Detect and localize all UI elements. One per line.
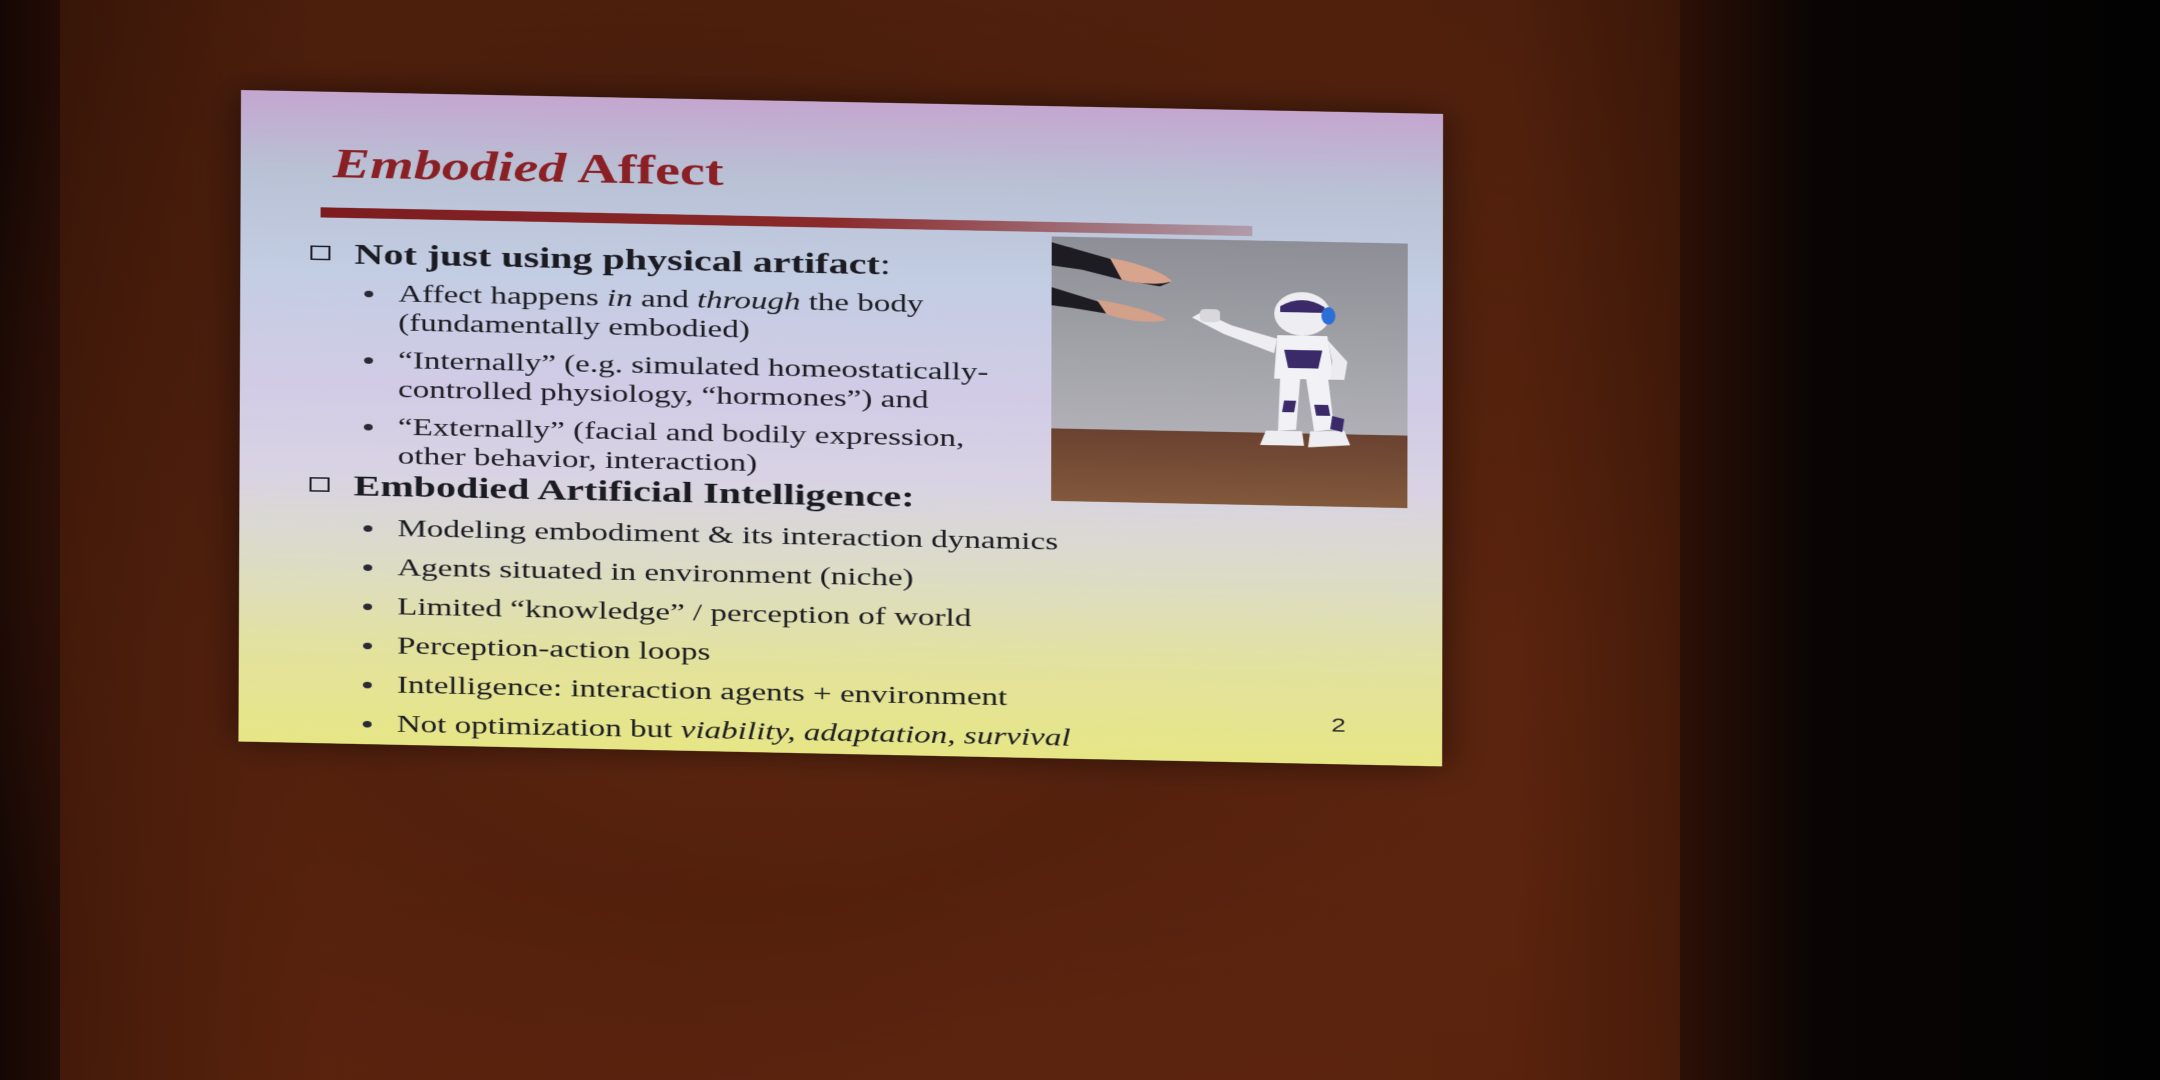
bullet-list-embodied-ai: Modeling embodiment & its interaction dy… (359, 514, 1122, 765)
bullet-item: “Internally” (e.g. simulated homeostatic… (360, 346, 1021, 417)
robot-photo-illustration (1051, 236, 1408, 508)
bullet-text: “Internally” (e.g. simulated homeostatic… (398, 348, 989, 414)
section-heading-physical-artifact: Not just using physical artifact: (310, 236, 891, 282)
bullet-text: “Externally” (facial and bodily expressi… (398, 414, 965, 476)
slide-title-emphasis: Embodied (333, 142, 567, 192)
section-heading-colon: : (880, 248, 891, 281)
bullet-text-italic: through (697, 287, 801, 315)
bullet-text: Affect happens (398, 281, 607, 311)
square-bullet-icon (310, 477, 330, 492)
projection-room: Embodied Affect Not just using physical … (0, 0, 2160, 1080)
bullet-text-italic: in (607, 285, 633, 312)
bullet-item: Agents situated in environment (niche) (359, 553, 1121, 598)
square-bullet-icon (310, 245, 330, 260)
bullet-list-physical-artifact: Affect happens in and through the body (… (360, 279, 1022, 492)
bullet-text-italic: viability, adaptation, survival (681, 717, 1071, 751)
slide-title: Embodied Affect (333, 141, 724, 195)
bullet-item: Not optimization but viability, adaptati… (359, 709, 1121, 754)
bullet-item: Perception-action loops (359, 631, 1121, 676)
section-heading-text: Not just using physical artifact (354, 238, 879, 281)
bullet-item: Intelligence: interaction agents + envir… (359, 670, 1121, 715)
bullet-text: Agents situated in environment (niche) (397, 555, 913, 592)
bullet-text: Limited “knowledge” / perception of worl… (397, 594, 971, 632)
robot-photo (1051, 236, 1408, 508)
slide-title-rest: Affect (577, 147, 723, 195)
bullet-text: Perception-action loops (397, 633, 710, 666)
photo-floor (1051, 428, 1407, 508)
bullet-text: Modeling embodiment & its interaction dy… (397, 516, 1058, 556)
bullet-item: Limited “knowledge” / perception of worl… (359, 592, 1121, 637)
projected-slide: Embodied Affect Not just using physical … (238, 90, 1443, 766)
title-underline (321, 207, 1253, 236)
slide-page-number: 2 (1331, 714, 1346, 737)
bullet-text: and (633, 286, 697, 313)
bullet-text: Intelligence: interaction agents + envir… (397, 672, 1007, 711)
bullet-item: Affect happens in and through the body (… (360, 279, 1021, 350)
bullet-text: Not optimization but (397, 711, 681, 743)
bullet-item: Modeling embodiment & its interaction dy… (359, 514, 1121, 559)
